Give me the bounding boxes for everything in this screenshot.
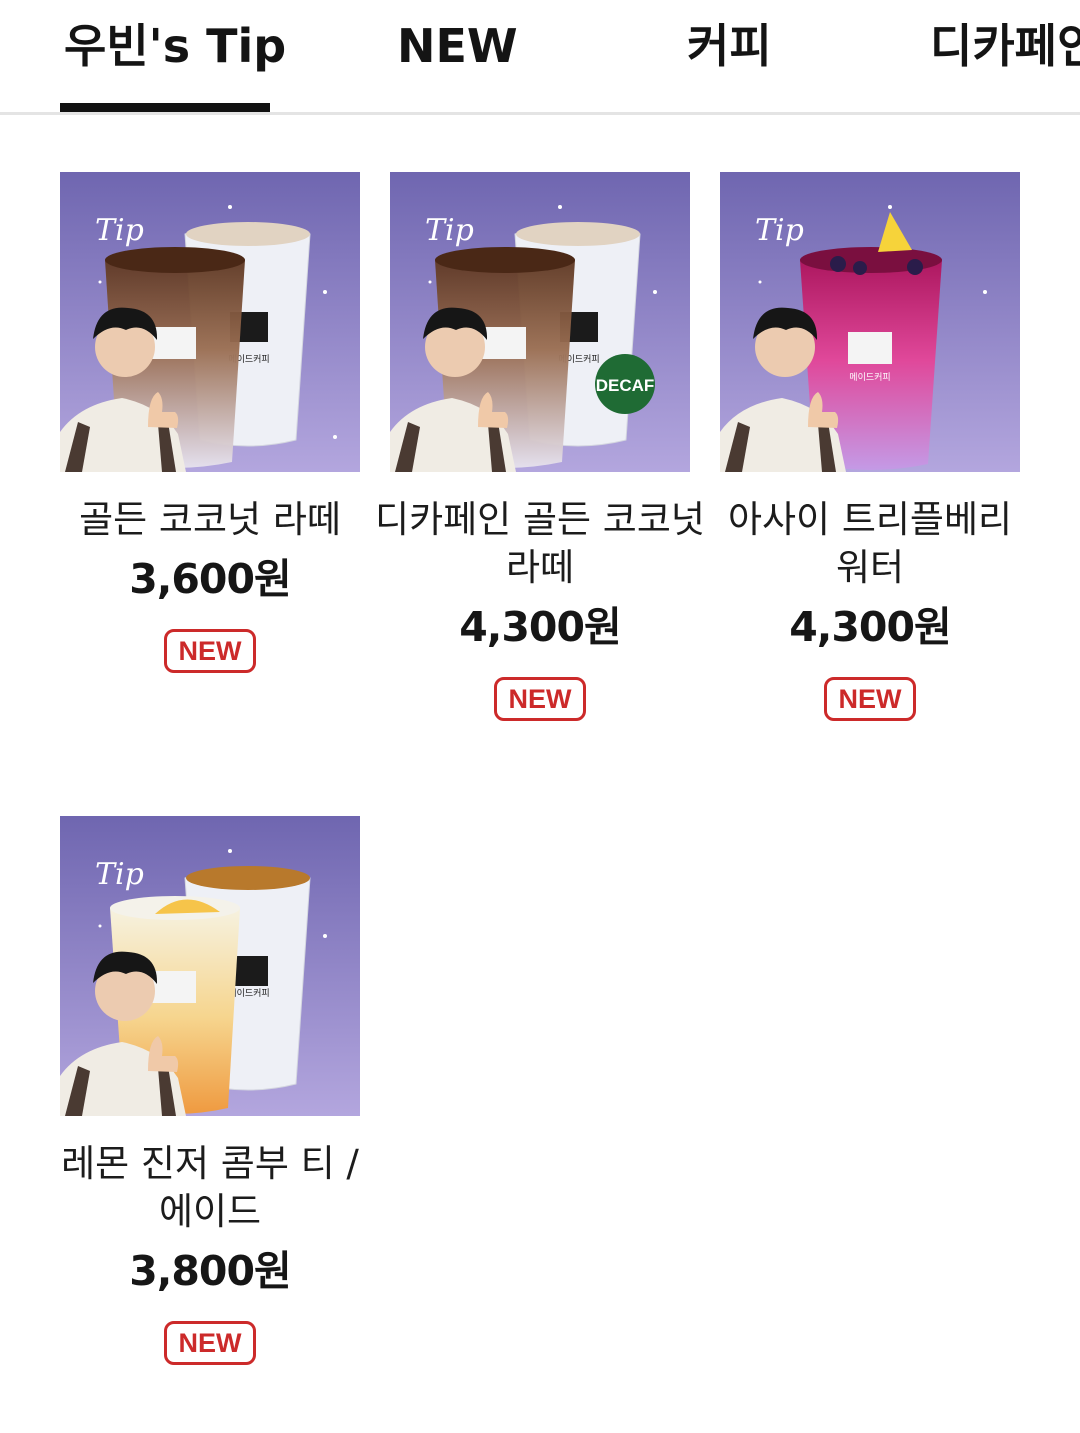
product-price: 3,800원	[129, 1247, 291, 1295]
product-name[interactable]: 레몬 진저 콤부 티 / 에이드	[60, 1140, 360, 1236]
product-name[interactable]: 아사이 트리플베리 워터	[705, 496, 1035, 592]
tab-new[interactable]: NEW	[397, 16, 518, 76]
tip-text: Tip	[95, 213, 144, 248]
tip-text: Tip	[95, 857, 144, 892]
product-price: 4,300원	[459, 603, 621, 651]
product-card[interactable]: Tip 메이드커피 DECAF 디카페인 골든 코코넛 라떼 4,300원 NE…	[375, 172, 705, 721]
product-card[interactable]: Tip 메이드커피 레몬 진저 콤부 티 / 에이드 3,800원 NEW	[60, 816, 360, 1365]
new-badge: NEW	[824, 677, 916, 721]
cup-logo-text: 메이드커피	[849, 372, 890, 383]
product-card[interactable]: Tip 메이드커피 골든 코코넛 라떼 3,600원 NEW	[60, 172, 360, 673]
new-badge: NEW	[164, 1321, 256, 1365]
product-card[interactable]: Tip 메이드커피 아사이 트리플베리 워터 4,300원 NEW	[720, 172, 1020, 721]
tab-decaf[interactable]: 디카페인	[930, 16, 1080, 76]
decaf-badge-text: DECAF	[596, 376, 655, 395]
product-image[interactable]: Tip 메이드커피	[60, 816, 360, 1116]
product-image[interactable]: Tip 메이드커피	[60, 172, 360, 472]
product-image[interactable]: Tip 메이드커피 DECAF	[390, 172, 690, 472]
tip-text: Tip	[755, 213, 804, 248]
new-badge: NEW	[164, 629, 256, 673]
product-name[interactable]: 골든 코코넛 라떼	[60, 496, 360, 544]
tab-woobin-tip[interactable]: 우빈's Tip	[64, 16, 286, 76]
product-name[interactable]: 디카페인 골든 코코넛 라떼	[375, 496, 705, 592]
product-price: 4,300원	[789, 603, 951, 651]
product-image[interactable]: Tip 메이드커피	[720, 172, 1020, 472]
category-tab-bar: 우빈's Tip NEW 커피 디카페인	[0, 0, 1080, 115]
tab-coffee[interactable]: 커피	[687, 16, 772, 76]
selected-tab-indicator	[60, 103, 270, 112]
tip-text: Tip	[425, 213, 474, 248]
new-badge: NEW	[494, 677, 586, 721]
product-price: 3,600원	[129, 555, 291, 603]
